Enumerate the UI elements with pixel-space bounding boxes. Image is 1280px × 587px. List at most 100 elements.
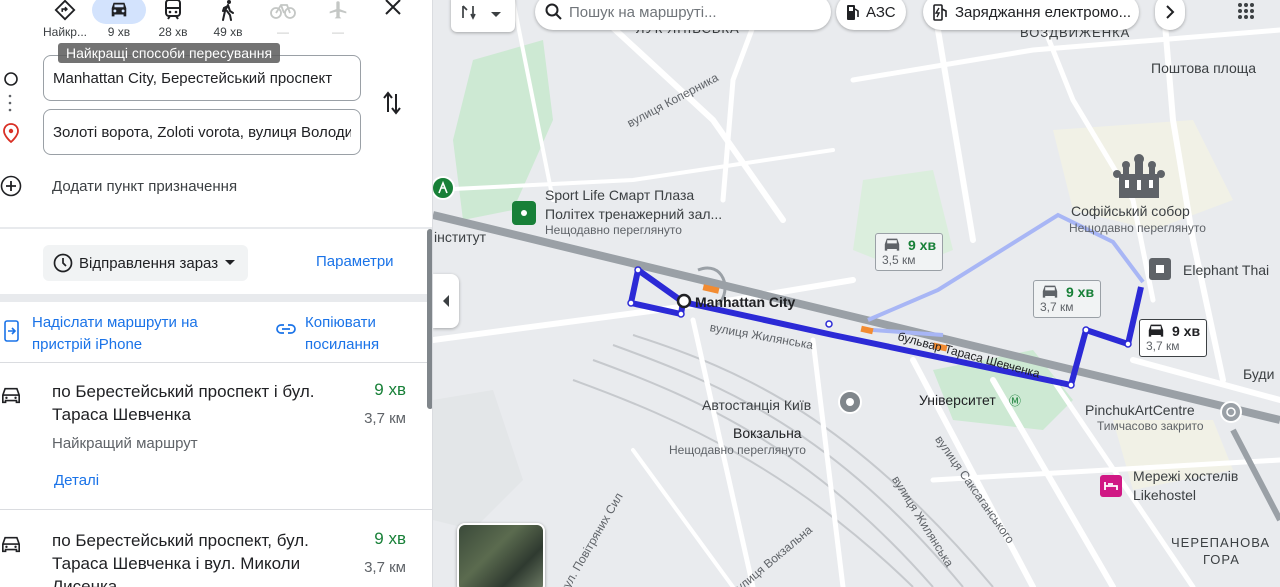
depart-label: Відправлення зараз — [79, 254, 219, 272]
add-destination-icon[interactable] — [0, 175, 22, 202]
mode-walk[interactable]: 49 хв — [201, 0, 255, 39]
best-route-icon — [38, 0, 92, 24]
chip-gas-stations[interactable]: АЗС — [836, 0, 906, 30]
label-budy: Буди — [1243, 366, 1275, 382]
chevron-right-icon — [1166, 5, 1175, 19]
metro-icon: Ⓜ — [1009, 394, 1022, 408]
car-icon — [884, 238, 900, 251]
clock-icon — [53, 253, 73, 273]
mode-best[interactable]: Найкр... — [38, 0, 92, 39]
mode-flight-label: — — [332, 25, 344, 39]
label-hostel[interactable]: Мережі хостелів — [1133, 468, 1238, 484]
share-row: Надіслати маршрути на пристрій iPhone Ко… — [0, 312, 432, 362]
filter-icon — [461, 4, 481, 23]
destination-text: Золоті ворота, Zoloti vorota, вулиця Вол… — [53, 123, 351, 141]
layers-thumbnail[interactable] — [457, 523, 545, 587]
transit-icon — [146, 0, 200, 24]
panel-scrollbar[interactable] — [427, 229, 432, 409]
label-sportlife-2[interactable]: Політех тренажерний зал... — [545, 206, 722, 222]
divider — [0, 509, 432, 510]
mode-car[interactable]: 9 хв — [92, 0, 146, 39]
add-destination-link[interactable]: Додати пункт призначення — [52, 178, 237, 195]
map-search-box[interactable]: Пошук на маршруті... — [535, 0, 831, 30]
bike-icon — [256, 0, 310, 24]
divider — [0, 294, 432, 302]
mode-car-label: 9 хв — [107, 25, 131, 39]
park-marker-icon[interactable] — [433, 172, 459, 207]
ev-charging-icon — [933, 4, 947, 21]
copy-link[interactable]: Копіювати посилання — [305, 312, 415, 356]
link-icon — [276, 324, 296, 334]
chip-ev-charging[interactable]: Заряджання електромо... — [923, 0, 1140, 30]
gym-marker-icon[interactable] — [511, 200, 537, 229]
filter-button[interactable] — [451, 0, 515, 32]
callout-distance: 3,7 км — [1146, 339, 1180, 353]
route-callout-alt-1[interactable]: 9 хв 3,5 км — [875, 233, 944, 271]
route-callout-alt-2[interactable]: 9 хв 3,7 км — [1033, 280, 1102, 318]
close-icon[interactable] — [380, 0, 406, 20]
label-hostel-2[interactable]: Likehostel — [1133, 487, 1196, 503]
label-vokzalna[interactable]: Вокзальна — [733, 425, 802, 441]
mode-bike: — — [256, 0, 310, 39]
label-sofia[interactable]: Софійський собор — [1071, 203, 1190, 219]
flight-icon — [311, 0, 365, 24]
origin-circle-icon — [4, 72, 18, 86]
callout-time: 9 хв — [908, 237, 937, 253]
chip-ev-label: Заряджання електромо... — [955, 3, 1132, 21]
label-pinchuk[interactable]: PinchukArtCentre — [1085, 402, 1195, 418]
label-universytet[interactable]: Університет — [919, 392, 996, 408]
params-link[interactable]: Параметри — [316, 253, 394, 270]
gas-station-icon — [847, 5, 859, 20]
mode-transit-label: 28 хв — [158, 25, 188, 39]
origin-text: Manhattan City, Берестейський проспект — [53, 69, 333, 87]
route-distance: 3,7 км — [364, 410, 406, 427]
label-hora: ГОРА — [1203, 552, 1240, 567]
walk-icon — [201, 0, 255, 24]
car-icon — [1, 387, 20, 404]
label-recent: Нещодавно переглянуто — [545, 223, 682, 237]
callout-time: 9 хв — [1172, 323, 1201, 339]
depart-time-button[interactable]: Відправлення зараз — [43, 245, 249, 281]
label-elephant[interactable]: Elephant Thai — [1183, 262, 1269, 278]
car-icon — [1, 536, 20, 553]
route-time: 9 хв — [374, 380, 406, 399]
label-avtostantsia[interactable]: Автостанція Київ — [702, 397, 811, 413]
route-note: Найкращий маршрут — [52, 435, 198, 452]
museum-marker-icon[interactable] — [1218, 399, 1244, 428]
route-callout-primary[interactable]: 9 хв 3,7 км — [1139, 319, 1208, 357]
destination-pin-icon — [3, 123, 19, 143]
destination-field[interactable]: Золоті ворота, Zoloti vorota, вулиця Вол… — [43, 109, 361, 155]
send-to-phone-icon — [4, 320, 19, 342]
label-sofia-recent: Нещодавно переглянуто — [1069, 221, 1206, 235]
directions-panel: Найкр... 9 хв 28 хв 49 хв — — Найкращі с… — [0, 0, 433, 587]
divider — [0, 362, 432, 363]
mode-best-label: Найкр... — [43, 25, 87, 39]
collapse-panel-button[interactable] — [433, 274, 459, 328]
dropdown-arrow-icon — [225, 260, 236, 265]
route-details-link[interactable]: Деталі — [54, 472, 99, 489]
bus-station-marker-icon[interactable] — [836, 388, 864, 419]
travel-mode-bar: Найкр... 9 хв 28 хв 49 хв — — — [0, 0, 432, 44]
filter-dropdown-icon — [491, 5, 501, 21]
swap-icon[interactable] — [381, 90, 403, 121]
chips-next-button[interactable] — [1155, 0, 1185, 30]
cathedral-icon[interactable] — [1111, 152, 1167, 203]
hostel-marker-icon[interactable] — [1099, 474, 1123, 501]
mode-bike-label: — — [277, 25, 289, 39]
send-to-phone-link[interactable]: Надіслати маршрути на пристрій iPhone — [32, 312, 252, 356]
apps-grid-icon[interactable] — [1231, 0, 1261, 26]
route-time: 9 хв — [374, 529, 406, 548]
search-icon — [545, 3, 562, 20]
route-title: по Берестейський проспект, бул. Тараса Ш… — [52, 531, 309, 587]
mode-transit[interactable]: 28 хв — [146, 0, 200, 39]
map-canvas[interactable]: Пошук на маршруті... АЗС Заряджання елек… — [433, 0, 1280, 587]
restaurant-marker-icon[interactable] — [1148, 257, 1172, 284]
chip-gas-label: АЗС — [866, 3, 896, 21]
label-pinchuk-sub: Тимчасово закрито — [1097, 419, 1204, 433]
label-poshtova: Поштова площа — [1151, 60, 1257, 76]
label-manhattan[interactable]: Manhattan City — [695, 294, 795, 310]
callout-distance: 3,5 км — [882, 253, 916, 267]
label-sportlife[interactable]: Sport Life Смарт Плаза — [545, 187, 694, 203]
label-institute: інститут — [434, 229, 487, 245]
label-cherepanova: ЧЕРЕПАНОВА — [1171, 535, 1271, 550]
